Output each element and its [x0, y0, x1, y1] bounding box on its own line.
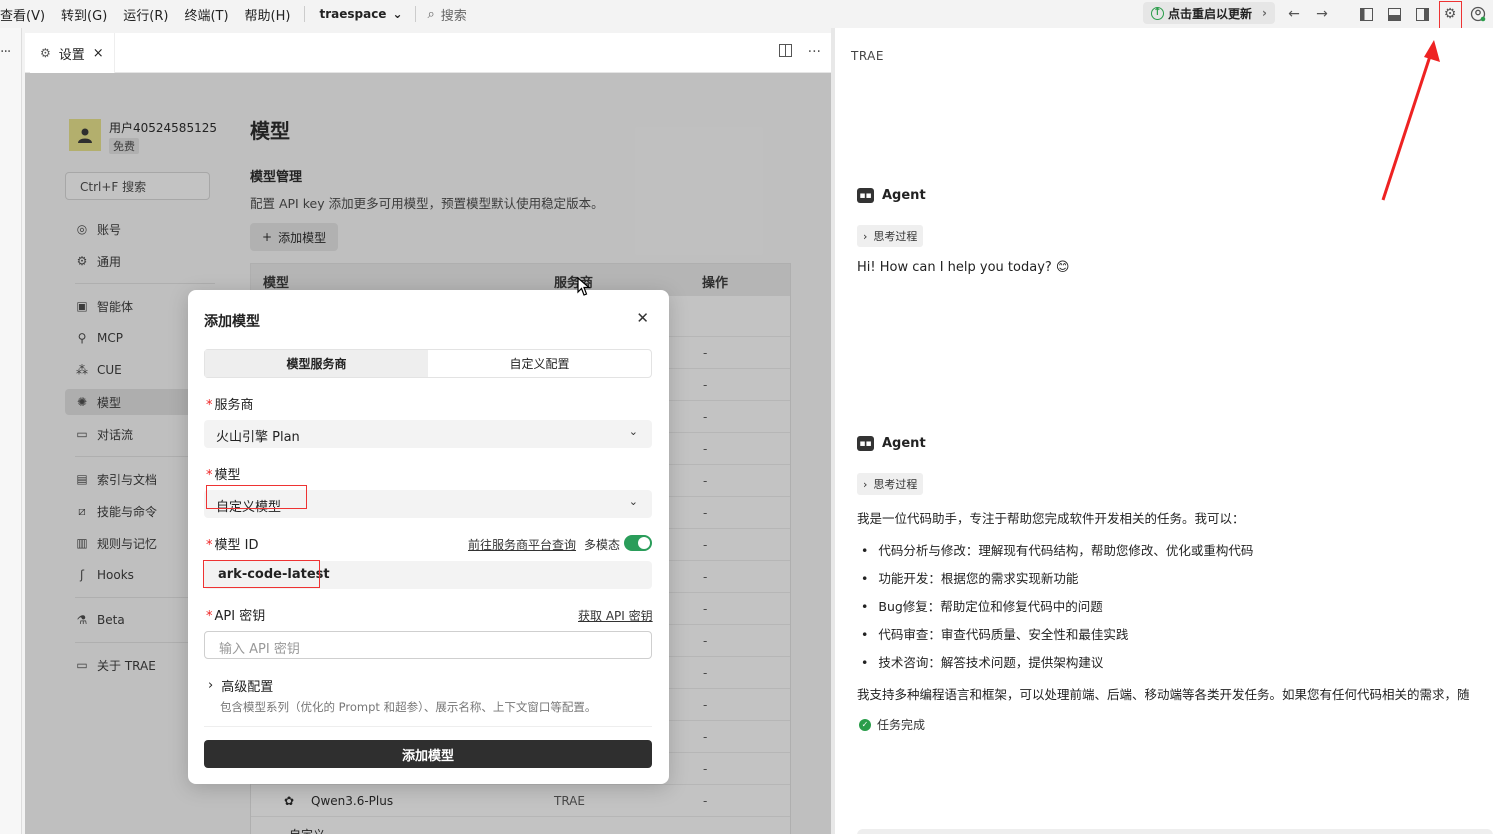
provider-label-text: 服务商: [214, 398, 254, 413]
get-api-key-link[interactable]: 获取 API 密钥: [578, 607, 653, 624]
thinking-label: 思考过程: [873, 230, 918, 243]
search-icon: ⌕: [427, 6, 435, 22]
more-icon[interactable]: ···: [0, 44, 11, 60]
chat-title: TRAE: [851, 49, 884, 63]
back-arrow-icon[interactable]: ←: [1285, 5, 1303, 23]
update-label: 点击重启以更新: [1168, 6, 1253, 21]
restart-update-button[interactable]: ↑ 点击重启以更新 ›: [1143, 2, 1275, 24]
annotation-arrow-icon: [1381, 40, 1440, 201]
check-icon: ✓: [859, 718, 871, 731]
toggle-right-panel-icon[interactable]: [1413, 5, 1431, 23]
agent-label: Agent: [882, 436, 926, 451]
global-search-label: 搜索: [440, 8, 467, 24]
chevron-right-icon: ›: [1262, 6, 1267, 20]
chevron-down-icon: ⌄: [628, 495, 638, 508]
agent-header: ▪▪ Agent: [857, 188, 926, 203]
agent-header: ▪▪ Agent: [857, 436, 926, 451]
thinking-label: 思考过程: [873, 478, 918, 491]
editor-tab-bar: ⚙ 设置 × ···: [25, 33, 831, 73]
menu-run[interactable]: 运行(R): [115, 5, 176, 24]
list-item: 代码分析与修改：理解现有代码结构，帮助您修改、优化或重构代码: [861, 540, 1253, 559]
menu-divider: [414, 6, 416, 22]
required-mark: *: [206, 398, 213, 413]
task-status: ✓ 任务完成: [859, 716, 925, 733]
required-mark: *: [206, 538, 213, 553]
required-mark: *: [206, 468, 213, 483]
toggle-bottom-panel-icon[interactable]: [1385, 5, 1403, 23]
model-id-label-text: 模型 ID: [214, 538, 259, 553]
close-icon[interactable]: ✕: [636, 309, 649, 327]
add-model-dialog: 添加模型 ✕ 模型服务商 自定义配置 * 服务商 火山引擎 Plan ⌄ * 模型 自…: [188, 290, 669, 784]
chevron-right-icon: ›: [208, 678, 214, 693]
list-item: 技术咨询：解答技术问题，提供架构建议: [861, 652, 1103, 671]
tab-actions: ···: [778, 44, 821, 61]
tab-settings[interactable]: ⚙ 设置 ×: [30, 33, 115, 73]
advanced-config-label: 高级配置: [221, 680, 274, 695]
gear-icon: ⚙: [40, 46, 51, 60]
global-search[interactable]: ⌕ 搜索: [428, 5, 467, 24]
required-mark: *: [206, 609, 213, 624]
config-mode-tabs: 模型服务商 自定义配置: [204, 349, 652, 378]
toggle-left-panel-icon[interactable]: [1357, 5, 1375, 23]
workspace-selector[interactable]: traespace ⌄: [311, 7, 408, 21]
gear-highlight-box: [1439, 1, 1462, 30]
provider-value: 火山引擎 Plan: [216, 430, 300, 445]
api-key-label-text: API 密钥: [214, 609, 266, 624]
list-item: 代码审查：审查代码质量、安全性和最佳实践: [861, 624, 1128, 643]
menu-view[interactable]: 查看(V): [0, 5, 53, 24]
chevron-right-icon: ›: [863, 477, 868, 491]
agent-icon: ▪▪: [857, 436, 874, 451]
model-highlight-box: [206, 485, 307, 509]
menu-terminal[interactable]: 终端(T): [176, 5, 236, 24]
chat-input-edge[interactable]: [857, 829, 1493, 834]
account-icon[interactable]: [1469, 5, 1487, 23]
split-editor-icon[interactable]: [778, 44, 792, 61]
agent-message: 我是一位代码助手，专注于帮助您完成软件开发相关的任务。我可以：: [857, 511, 1245, 526]
multimodal-label: 多模态: [584, 538, 621, 552]
multimodal-toggle[interactable]: [624, 535, 652, 551]
workspace-name: traespace: [319, 7, 387, 21]
more-icon[interactable]: ···: [808, 44, 821, 61]
agent-message: Hi! How can I help you today? 😊: [857, 260, 1070, 275]
tab-custom-config[interactable]: 自定义配置: [428, 350, 651, 377]
submit-add-model-button[interactable]: 添加模型: [204, 740, 652, 768]
agent-icon: ▪▪: [857, 188, 874, 203]
task-status-label: 任务完成: [877, 718, 926, 732]
provider-select[interactable]: 火山引擎 Plan ⌄: [204, 420, 652, 448]
provider-query-link[interactable]: 前往服务商平台查询: [468, 536, 576, 553]
chevron-down-icon: ⌄: [392, 7, 403, 21]
thinking-toggle[interactable]: › 思考过程: [857, 225, 924, 247]
menu-divider: [304, 6, 306, 22]
dialog-title: 添加模型: [204, 314, 260, 330]
agent-message: 我支持多种编程语言和框架，可以处理前端、后端、移动端等各类开发任务。如果您有任何…: [857, 687, 1470, 702]
model-id-highlight-box: [203, 560, 320, 588]
forward-arrow-icon[interactable]: →: [1313, 5, 1331, 23]
model-label-text: 模型: [214, 468, 241, 483]
advanced-config-toggle[interactable]: › 高级配置: [208, 676, 273, 695]
model-label: * 模型: [206, 464, 241, 483]
left-sidebar-edge: ···: [0, 28, 22, 834]
list-item: Bug修复：帮助定位和修复代码中的问题: [861, 596, 1102, 615]
mouse-cursor-icon: [577, 277, 591, 296]
tab-settings-label: 设置: [58, 47, 85, 63]
api-key-input[interactable]: 输入 API 密钥: [204, 631, 652, 659]
list-item: 功能开发：根据您的需求实现新功能: [861, 568, 1078, 587]
chevron-down-icon: ⌄: [628, 425, 638, 438]
dialog-divider: [204, 726, 652, 727]
tab-provider[interactable]: 模型服务商: [205, 350, 428, 377]
update-icon: ↑: [1151, 6, 1164, 20]
advanced-config-desc: 包含模型系列（优化的 Prompt 和超参）、展示名称、上下文窗口等配置。: [220, 700, 597, 714]
provider-label: * 服务商: [206, 394, 254, 413]
menu-goto[interactable]: 转到(G): [53, 5, 115, 24]
chevron-right-icon: ›: [863, 229, 868, 243]
api-key-label: * API 密钥: [206, 605, 265, 624]
thinking-toggle[interactable]: › 思考过程: [857, 473, 924, 495]
close-icon[interactable]: ×: [93, 46, 104, 61]
menu-help[interactable]: 帮助(H): [237, 5, 299, 24]
agent-label: Agent: [882, 188, 926, 203]
model-id-label: * 模型 ID: [206, 534, 258, 553]
